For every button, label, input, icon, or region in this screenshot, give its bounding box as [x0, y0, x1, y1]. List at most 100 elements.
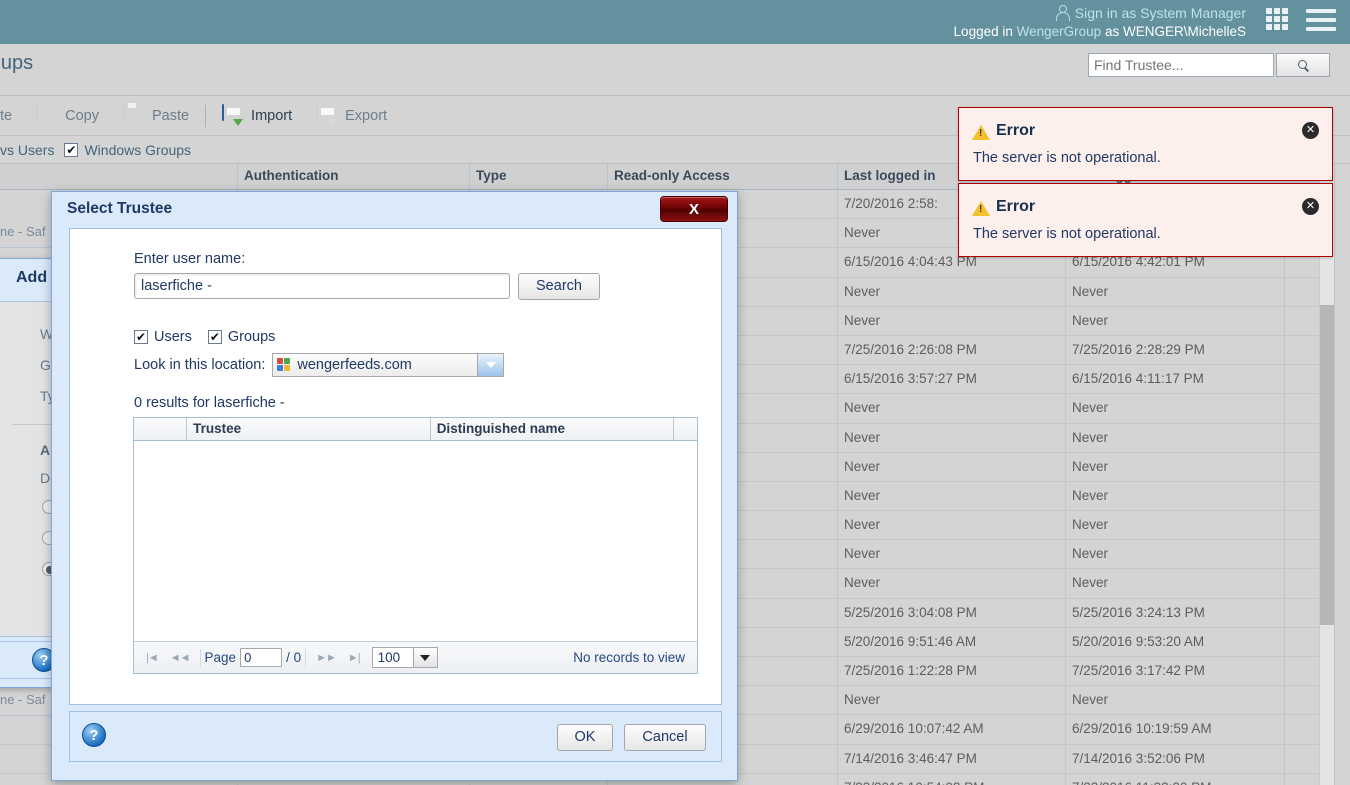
results-grid-pager: |◄ ◄◄ Page / 0 ►► ►| 100 No records to v…: [134, 641, 697, 673]
error-toast-1: Error The server is not operational. ✕: [958, 107, 1333, 181]
error-toast-2-message: The server is not operational.: [973, 226, 1161, 242]
table-cell: Never: [838, 306, 1066, 335]
apps-grid-icon[interactable]: [1266, 8, 1288, 30]
table-cell: Never: [1066, 394, 1285, 423]
import-button[interactable]: Import: [210, 96, 304, 136]
select-trustee-titlebar: Select Trustee X: [52, 192, 737, 226]
logged-in-group-link[interactable]: WengerGroup: [1017, 24, 1102, 39]
logged-in-middle: as: [1104, 24, 1120, 39]
table-cell: 7/25/2016 2:26:08 PM: [838, 335, 1066, 365]
grid-column-extra[interactable]: [674, 418, 697, 440]
page-size-select[interactable]: 100: [371, 647, 438, 668]
table-cell: Never: [838, 394, 1066, 423]
table-scrollbar-thumb[interactable]: [1320, 305, 1335, 625]
export-icon: [316, 103, 338, 127]
table-cell: Never: [1066, 540, 1285, 569]
table-cell: Never: [838, 686, 1066, 715]
page-header-band: s/Groups: [0, 44, 1350, 96]
table-cell: 6/29/2016 10:19:59 AM: [1066, 715, 1285, 744]
first-page-icon[interactable]: |◄: [140, 652, 164, 664]
top-header-bar: Sign in as System Manager Logged in Weng…: [0, 0, 1350, 44]
column-header-authentication[interactable]: Authentication: [238, 164, 470, 189]
export-button[interactable]: Export: [304, 96, 399, 136]
paste-icon: [122, 103, 145, 127]
select-trustee-dialog: Select Trustee X Enter user name: Search…: [51, 191, 738, 781]
page-number-input[interactable]: [240, 648, 283, 667]
account-block: Sign in as System Manager Logged in Weng…: [953, 0, 1256, 40]
browser-tab-2[interactable]: ne - Saf: [0, 686, 58, 716]
next-page-icon[interactable]: ►►: [310, 652, 342, 664]
column-header-type[interactable]: Type: [470, 164, 608, 189]
windows-groups-checkbox[interactable]: [64, 142, 79, 157]
search-icon: [1297, 59, 1309, 71]
page-size-value: 100: [377, 650, 401, 665]
last-page-icon[interactable]: ►|: [342, 652, 366, 664]
table-cell: 7/23/2016 11:32:00 PM: [1066, 773, 1285, 785]
top-header-right: Sign in as System Manager Logged in Weng…: [954, 0, 1350, 44]
table-cell: 5/25/2016 3:04:08 PM: [838, 598, 1066, 627]
table-cell: Never: [1066, 686, 1285, 715]
location-combobox[interactable]: wengerfeeds.com: [272, 353, 505, 377]
table-cell: Never: [1066, 306, 1285, 335]
delete-button[interactable]: te: [0, 96, 24, 136]
table-cell: Never: [838, 481, 1066, 511]
table-cell: Never: [1066, 569, 1285, 598]
ok-button[interactable]: OK: [557, 724, 613, 751]
grid-column-trustee[interactable]: Trustee: [187, 418, 431, 440]
delete-label: te: [0, 107, 13, 124]
results-grid-header: Trustee Distinguished name: [134, 418, 697, 441]
error-toast-2-title: Error: [996, 198, 1036, 215]
previous-page-icon[interactable]: ◄◄: [164, 652, 196, 664]
table-right-padding: [1334, 164, 1350, 785]
select-trustee-close-button[interactable]: X: [660, 196, 728, 222]
search-button[interactable]: Search: [518, 273, 600, 300]
users-checkbox[interactable]: [134, 330, 148, 344]
user-name-label: Enter user name:: [134, 251, 246, 267]
find-trustee-button[interactable]: [1276, 53, 1330, 77]
windows-logo-icon: [277, 357, 292, 373]
page-label: Page: [204, 650, 237, 665]
browser-tab-1-label: ne - Saf: [0, 224, 46, 239]
grid-column-distinguished-name[interactable]: Distinguished name: [431, 418, 675, 440]
add-dialog-title: Add: [16, 269, 48, 286]
chevron-down-icon[interactable]: [477, 354, 504, 376]
table-cell: Never: [838, 569, 1066, 598]
browser-tab-1[interactable]: ne - Saf: [0, 218, 58, 248]
select-trustee-help-button[interactable]: ?: [82, 723, 106, 747]
error-toast-1-close-icon[interactable]: ✕: [1302, 122, 1319, 139]
column-header-name[interactable]: [0, 164, 238, 189]
grid-column-select[interactable]: [134, 418, 188, 440]
table-vertical-scrollbar[interactable]: [1319, 164, 1335, 785]
location-row: Look in this location: wengerfeeds.com: [134, 353, 505, 377]
table-cell: Never: [1066, 277, 1285, 306]
sign-in-link[interactable]: Sign in as System Manager: [1075, 5, 1246, 21]
logged-in-user: WENGER\MichelleS: [1122, 24, 1246, 39]
table-cell: Never: [838, 511, 1066, 540]
table-cell: 5/25/2016 3:24:13 PM: [1066, 598, 1285, 627]
person-icon: [1056, 5, 1071, 21]
cancel-button[interactable]: Cancel: [624, 724, 706, 751]
paste-button[interactable]: Paste: [111, 96, 201, 136]
user-name-input[interactable]: [134, 273, 510, 299]
sign-in-row[interactable]: Sign in as System Manager: [954, 3, 1246, 22]
table-cell: 5/20/2016 9:51:46 AM: [838, 627, 1066, 656]
find-trustee-input[interactable]: [1088, 53, 1274, 77]
column-header-readonly-access[interactable]: Read-only Access: [608, 164, 838, 189]
toolbar-divider: [205, 104, 207, 127]
copy-label: Copy: [65, 107, 99, 124]
groups-checkbox[interactable]: [207, 330, 222, 344]
table-cell: 7/25/2016 1:22:28 PM: [838, 657, 1066, 686]
location-label: Look in this location:: [134, 357, 266, 373]
table-cell: 6/15/2016 3:57:27 PM: [838, 365, 1066, 394]
error-toast-1-message: The server is not operational.: [973, 150, 1161, 166]
hamburger-menu-icon[interactable]: [1306, 9, 1336, 31]
copy-button[interactable]: Copy: [24, 96, 111, 136]
import-label: Import: [251, 107, 293, 124]
results-count-label: 0 results for laserfiche -: [134, 395, 285, 411]
results-grid-body: [134, 441, 697, 641]
logged-in-prefix: Logged in: [953, 24, 1013, 39]
table-cell: 6/15/2016 4:11:17 PM: [1066, 365, 1285, 394]
error-toast-2-close-icon[interactable]: ✕: [1302, 198, 1319, 215]
page-size-chevron-down-icon[interactable]: [412, 648, 437, 667]
windows-groups-label: Windows Groups: [84, 141, 192, 158]
